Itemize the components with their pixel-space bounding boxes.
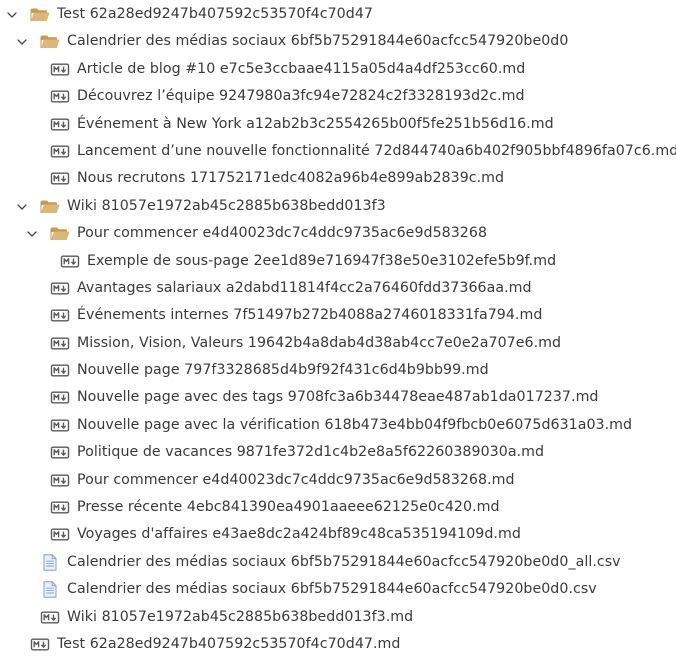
tree-item-label: Calendrier des médias sociaux 6bf5b75291… (67, 581, 597, 598)
tree-item-label: Wiki 81057e1972ab45c2885b638bedd013f3.md (67, 608, 414, 625)
markdown-file-icon (40, 609, 60, 626)
tree-item-label: Mission, Vision, Valeurs 19642b4a8dab4d3… (77, 334, 562, 351)
tree-item-label: Pour commencer e4d40023dc7c4ddc9735ac6e9… (77, 471, 515, 488)
tree-file-voyages-d-affaires-e43ae8dc2a424bf89c48c[interactable]: Voyages d'affaires e43ae8dc2a424bf89c48c… (0, 521, 676, 548)
tree-item-label: Test 62a28ed9247b407592c53570f4c70d47 (57, 6, 373, 22)
tree-file-lancement-d-une-nouvelle-fonctionnalite-[interactable]: Lancement d’une nouvelle fonctionnalité … (0, 138, 676, 165)
markdown-file-icon (50, 389, 70, 406)
tree-item-label: Calendrier des médias sociaux 6bf5b75291… (67, 553, 621, 570)
chevron-down-icon[interactable] (16, 201, 28, 213)
csv-file-icon (40, 581, 60, 598)
tree-file-pour-commencer-e4d40023dc7c4ddc9735ac6e9[interactable]: Pour commencer e4d40023dc7c4ddc9735ac6e9… (0, 467, 676, 494)
file-tree: Test 62a28ed9247b407592c53570f4c70d47 Cal… (0, 0, 676, 658)
folder-open-icon (30, 6, 50, 23)
tree-file-test-62a28ed9247b407592c53570f4c70d47-md[interactable]: Test 62a28ed9247b407592c53570f4c70d47.md (0, 631, 676, 658)
markdown-file-icon (50, 499, 70, 516)
folder-open-icon (40, 198, 60, 215)
tree-folder-pour-commencer-e4d40023dc7c4ddc9735ac6e9[interactable]: Pour commencer e4d40023dc7c4ddc9735ac6e9… (0, 220, 676, 247)
tree-item-label: Politique de vacances 9871fe372d1c4b2e8a… (77, 444, 545, 461)
markdown-file-icon (50, 88, 70, 105)
tree-item-label: Voyages d'affaires e43ae8dc2a424bf89c48c… (77, 526, 521, 543)
tree-item-label: Nouvelle page 797f3328685d4b9f92f431c6d4… (77, 362, 489, 379)
tree-item-label: Presse récente 4ebc841390ea4901aaeee6212… (77, 499, 500, 516)
chevron-down-icon[interactable] (16, 36, 28, 48)
markdown-file-icon (50, 116, 70, 133)
folder-open-icon (50, 225, 70, 242)
tree-file-evenement-a-new-york-a12ab2b3c2554265b00[interactable]: Événement à New York a12ab2b3c2554265b00… (0, 111, 676, 138)
tree-file-presse-recente-4ebc841390ea4901aaeee6212[interactable]: Presse récente 4ebc841390ea4901aaeee6212… (0, 494, 676, 521)
tree-item-label: Lancement d’une nouvelle fonctionnalité … (77, 142, 676, 159)
tree-folder-test-62a28ed9247b407592c53570f4c70d47[interactable]: Test 62a28ed9247b407592c53570f4c70d47 (0, 1, 676, 28)
tree-file-calendrier-des-medias-sociaux-6bf5b75291[interactable]: Calendrier des médias sociaux 6bf5b75291… (0, 549, 676, 576)
tree-folder-calendrier-des-medias-sociaux-6bf5b75291[interactable]: Calendrier des médias sociaux 6bf5b75291… (0, 28, 676, 55)
tree-item-label: Wiki 81057e1972ab45c2885b638bedd013f3 (67, 197, 386, 214)
markdown-file-icon (50, 280, 70, 297)
tree-file-exemple-de-sous-page-2ee1d89e716947f38e5[interactable]: Exemple de sous-page 2ee1d89e716947f38e5… (0, 248, 676, 275)
tree-file-avantages-salariaux-a2dabd11814f4cc2a764[interactable]: Avantages salariaux a2dabd11814f4cc2a764… (0, 275, 676, 302)
markdown-file-icon (50, 143, 70, 160)
markdown-file-icon (50, 444, 70, 461)
tree-item-label: Nous recrutons 171752171edc4082a96b4e899… (77, 170, 505, 187)
tree-file-nouvelle-page-797f3328685d4b9f92f431c6d4[interactable]: Nouvelle page 797f3328685d4b9f92f431c6d4… (0, 357, 676, 384)
tree-file-mission-vision-valeurs-19642b4a8dab4d38a[interactable]: Mission, Vision, Valeurs 19642b4a8dab4d3… (0, 330, 676, 357)
markdown-file-icon (50, 472, 70, 489)
chevron-down-icon[interactable] (26, 228, 38, 240)
markdown-file-icon (50, 61, 70, 78)
tree-item-label: Nouvelle page avec la vérification 618b4… (77, 416, 633, 433)
tree-file-evenements-internes-7f51497b272b4088a274[interactable]: Événements internes 7f51497b272b4088a274… (0, 302, 676, 329)
tree-item-label: Test 62a28ed9247b407592c53570f4c70d47.md (57, 635, 401, 652)
tree-file-nous-recrutons-171752171edc4082a96b4e899[interactable]: Nous recrutons 171752171edc4082a96b4e899… (0, 165, 676, 192)
markdown-file-icon (50, 170, 70, 187)
chevron-down-icon[interactable] (6, 9, 18, 21)
tree-file-decouvrez-l-equipe-9247980a3fc94e72824c2[interactable]: Découvrez l’équipe 9247980a3fc94e72824c2… (0, 83, 676, 110)
markdown-file-icon (60, 253, 80, 270)
csv-file-icon (40, 554, 60, 571)
tree-item-label: Découvrez l’équipe 9247980a3fc94e72824c2… (77, 88, 525, 105)
tree-file-politique-de-vacances-9871fe372d1c4b2e8a[interactable]: Politique de vacances 9871fe372d1c4b2e8a… (0, 439, 676, 466)
markdown-file-icon (50, 362, 70, 379)
tree-item-label: Événement à New York a12ab2b3c2554265b00… (77, 115, 554, 132)
folder-open-icon (40, 33, 60, 50)
markdown-file-icon (30, 636, 50, 653)
tree-item-label: Calendrier des médias sociaux 6bf5b75291… (67, 33, 569, 50)
markdown-file-icon (50, 307, 70, 324)
markdown-file-icon (50, 335, 70, 352)
tree-item-label: Pour commencer e4d40023dc7c4ddc9735ac6e9… (77, 225, 488, 242)
tree-item-label: Événements internes 7f51497b272b4088a274… (77, 307, 543, 324)
markdown-file-icon (50, 526, 70, 543)
tree-item-label: Avantages salariaux a2dabd11814f4cc2a764… (77, 279, 532, 296)
tree-file-nouvelle-page-avec-la-verification-618b4[interactable]: Nouvelle page avec la vérification 618b4… (0, 412, 676, 439)
tree-file-calendrier-des-medias-sociaux-6bf5b75291[interactable]: Calendrier des médias sociaux 6bf5b75291… (0, 576, 676, 603)
tree-item-label: Exemple de sous-page 2ee1d89e716947f38e5… (87, 252, 557, 269)
tree-folder-wiki-81057e1972ab45c2885b638bedd013f3[interactable]: Wiki 81057e1972ab45c2885b638bedd013f3 (0, 193, 676, 220)
tree-file-article-de-blog-10-e7c5e3ccbaae4115a05d4[interactable]: Article de blog #10 e7c5e3ccbaae4115a05d… (0, 56, 676, 83)
tree-item-label: Nouvelle page avec des tags 9708fc3a6b34… (77, 389, 599, 406)
markdown-file-icon (50, 417, 70, 434)
tree-file-nouvelle-page-avec-des-tags-9708fc3a6b34[interactable]: Nouvelle page avec des tags 9708fc3a6b34… (0, 384, 676, 411)
tree-item-label: Article de blog #10 e7c5e3ccbaae4115a05d… (77, 60, 526, 77)
tree-file-wiki-81057e1972ab45c2885b638bedd013f3-md[interactable]: Wiki 81057e1972ab45c2885b638bedd013f3.md (0, 604, 676, 631)
